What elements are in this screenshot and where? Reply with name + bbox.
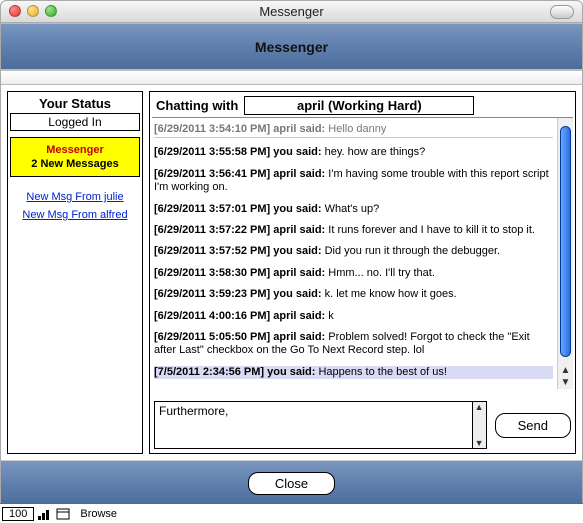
signal-icon [38,508,52,520]
toolbar-toggle-icon[interactable] [550,5,574,19]
message-timestamp: [6/29/2011 3:59:23 PM] [154,288,273,300]
send-button[interactable]: Send [495,413,571,438]
view-icon[interactable] [56,508,70,520]
chat-partner-name: april (Working Hard) [244,96,474,115]
chat-message[interactable]: [6/29/2011 3:57:22 PM] april said: It ru… [154,224,553,237]
app-header: Messenger [1,23,582,71]
titlebar[interactable]: Messenger [1,1,582,23]
chat-message[interactable]: [6/29/2011 3:59:23 PM] you said: k. let … [154,288,553,301]
message-sender: you said: [273,245,324,257]
chat-panel: Chatting with april (Working Hard) [6/29… [149,91,576,454]
message-text: k. let me know how it goes. [325,288,457,300]
message-sender: april said: [273,123,328,135]
app-header-title: Messenger [255,39,328,55]
compose-area: ▲ ▼ Send [152,399,573,451]
message-timestamp: [7/5/2011 2:34:56 PM] [154,366,267,378]
chat-message[interactable]: [6/29/2011 3:57:01 PM] you said: What's … [154,203,553,216]
new-message-link[interactable]: New Msg From julie [22,191,127,203]
content-area: Your Status Logged In Messenger 2 New Me… [1,85,582,460]
status-value: Logged In [10,113,140,131]
chat-header: Chatting with april (Working Hard) [152,94,573,115]
message-text: Hmm... no. I'll try that. [328,267,435,279]
chat-header-prefix: Chatting with [156,98,238,113]
zoom-level[interactable]: 100 [2,507,34,521]
alert-line1: Messenger [13,144,137,156]
message-sender: april said: [273,310,328,322]
message-sender: you said: [273,288,324,300]
chat-message[interactable]: [6/29/2011 4:00:16 PM] april said: k [154,310,553,323]
chat-message[interactable]: [6/29/2011 3:58:30 PM] april said: Hmm..… [154,267,553,280]
chat-message[interactable]: [6/29/2011 3:55:58 PM] you said: hey. ho… [154,146,553,159]
message-sender: april said: [273,168,328,180]
message-sender: you said: [267,366,318,378]
message-sender: you said: [273,203,324,215]
status-bar: 100 Browse [0,503,583,523]
status-title: Your Status [39,96,111,111]
message-timestamp: [6/29/2011 3:54:10 PM] [154,123,273,135]
compose-input[interactable] [155,402,472,448]
minimize-window-icon[interactable] [27,5,39,17]
message-timestamp: [6/29/2011 5:05:50 PM] [154,331,273,343]
message-text: What's up? [325,203,380,215]
message-text: It runs forever and I have to kill it to… [328,224,535,236]
message-timestamp: [6/29/2011 3:56:41 PM] [154,168,273,180]
close-button[interactable]: Close [248,472,335,495]
chat-message[interactable]: [6/29/2011 5:05:50 PM] april said: Probl… [154,331,553,358]
scrollbar-track[interactable] [558,118,573,365]
message-timestamp: [6/29/2011 3:58:30 PM] [154,267,273,279]
scroll-down-icon[interactable]: ▼ [559,377,573,389]
chat-scrollbar[interactable]: ▲ ▼ [557,118,573,389]
chat-message[interactable]: [6/29/2011 3:57:52 PM] you said: Did you… [154,245,553,258]
scroll-up-icon[interactable]: ▲ [559,365,573,377]
message-sender: april said: [273,224,328,236]
chat-area: [6/29/2011 3:54:10 PM] april said: Hello… [152,117,573,389]
window-title: Messenger [259,4,323,19]
mode-label: Browse [80,508,117,520]
scrollbar-thumb[interactable] [560,126,571,357]
message-text: Did you run it through the debugger. [325,245,501,257]
chat-message[interactable]: [7/5/2011 2:34:56 PM] you said: Happens … [154,366,553,379]
message-text: hey. how are things? [325,146,426,158]
chat-log[interactable]: [6/29/2011 3:54:10 PM] april said: Hello… [152,118,557,389]
close-window-icon[interactable] [9,5,21,17]
chat-message[interactable]: [6/29/2011 3:56:41 PM] april said: I'm h… [154,168,553,195]
new-messages-alert[interactable]: Messenger 2 New Messages [10,137,140,177]
message-sender: april said: [273,331,328,343]
compose-scrollbar[interactable]: ▲ ▼ [472,402,486,448]
compose-box: ▲ ▼ [154,401,487,449]
message-timestamp: [6/29/2011 3:57:52 PM] [154,245,273,257]
message-timestamp: [6/29/2011 3:55:58 PM] [154,146,273,158]
message-text: Happens to the best of us! [318,366,446,378]
zoom-window-icon[interactable] [45,5,57,17]
footer: Close [1,460,582,506]
sidebar: Your Status Logged In Messenger 2 New Me… [7,91,143,454]
alert-line2: 2 New Messages [13,158,137,170]
compose-scroll-down-icon[interactable]: ▼ [475,438,484,448]
window-controls [9,5,57,17]
message-text: Hello danny [328,123,386,135]
message-timestamp: [6/29/2011 4:00:16 PM] [154,310,273,322]
message-timestamp: [6/29/2011 3:57:01 PM] [154,203,273,215]
message-sender: april said: [273,267,328,279]
message-text: k [328,310,334,322]
chat-message[interactable]: [6/29/2011 3:54:10 PM] april said: Hello… [154,123,553,138]
header-spacer [1,71,582,85]
new-message-link[interactable]: New Msg From alfred [22,209,127,221]
message-sender: you said: [273,146,324,158]
messenger-window: Messenger Messenger Your Status Logged I… [0,0,583,507]
compose-scroll-up-icon[interactable]: ▲ [475,402,484,412]
message-timestamp: [6/29/2011 3:57:22 PM] [154,224,273,236]
